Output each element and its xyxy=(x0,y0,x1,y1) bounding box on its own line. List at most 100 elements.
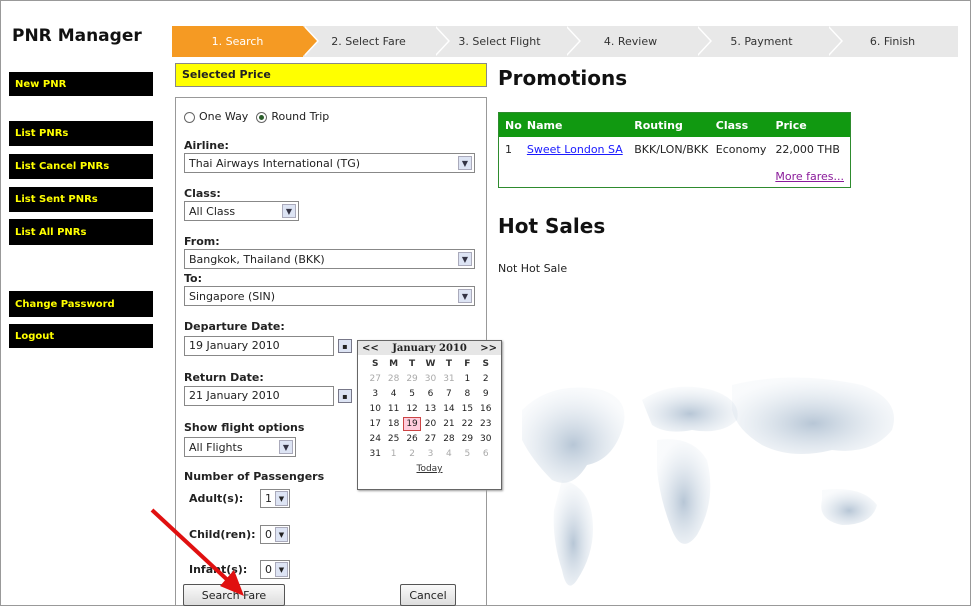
nav-new-pnr[interactable]: New PNR xyxy=(9,72,153,96)
calendar-day[interactable]: 5 xyxy=(458,447,476,461)
calendar-prev-button[interactable]: << xyxy=(362,343,379,354)
calendar-weekday: T xyxy=(408,359,416,369)
step-select-flight[interactable]: 3. Select Flight xyxy=(434,26,581,57)
flight-options-value: All Flights xyxy=(189,440,243,454)
return-label: Return Date: xyxy=(184,371,264,384)
nav-list-pnrs[interactable]: List PNRs xyxy=(9,121,153,146)
nav-list-cancel-pnrs[interactable]: List Cancel PNRs xyxy=(9,154,153,179)
trip-type-group: One Way Round Trip xyxy=(184,110,329,123)
cancel-button[interactable]: Cancel xyxy=(400,584,456,606)
nav-list-sent-pnrs[interactable]: List Sent PNRs xyxy=(9,187,153,212)
one-way-radio[interactable] xyxy=(184,111,195,123)
chevron-down-icon[interactable]: ▼ xyxy=(458,156,472,170)
calendar-day[interactable]: 26 xyxy=(403,432,421,446)
chevron-down-icon[interactable]: ▼ xyxy=(279,440,293,454)
round-trip-label: Round Trip xyxy=(271,110,330,123)
calendar-day[interactable]: 7 xyxy=(440,387,458,401)
from-value: Bangkok, Thailand (BKK) xyxy=(189,252,325,266)
step-select-fare[interactable]: 2. Select Fare xyxy=(303,26,450,57)
calendar-icon[interactable]: ▪ xyxy=(338,339,352,353)
cell-class: Economy xyxy=(715,142,767,156)
calendar-day[interactable]: 27 xyxy=(421,432,439,446)
child-select[interactable]: 0 ▼ xyxy=(260,525,290,544)
calendar-day[interactable]: 1 xyxy=(384,447,402,461)
calendar-day[interactable]: 18 xyxy=(384,417,402,431)
cell-routing: BKK/LON/BKK xyxy=(634,142,709,156)
calendar-day[interactable]: 20 xyxy=(421,417,439,431)
chevron-down-icon[interactable]: ▼ xyxy=(275,527,288,542)
calendar-day[interactable]: 1 xyxy=(458,372,476,386)
calendar-weekday: W xyxy=(425,359,436,369)
one-way-option[interactable]: One Way xyxy=(184,110,248,123)
return-date-input[interactable]: 21 January 2010 xyxy=(184,386,334,406)
calendar-day[interactable]: 3 xyxy=(366,387,384,401)
calendar-day[interactable]: 17 xyxy=(366,417,384,431)
promotion-name-link[interactable]: Sweet London SA xyxy=(527,143,634,156)
more-fares-link[interactable]: More fares... xyxy=(775,170,844,183)
chevron-down-icon[interactable]: ▼ xyxy=(275,562,288,577)
calendar-day[interactable]: 5 xyxy=(403,387,421,401)
adult-label: Adult(s): xyxy=(189,492,244,505)
chevron-down-icon[interactable]: ▼ xyxy=(458,252,472,266)
calendar-day[interactable]: 13 xyxy=(421,402,439,416)
calendar-day[interactable]: 8 xyxy=(458,387,476,401)
col-class: Class xyxy=(715,118,749,132)
step-payment[interactable]: 5. Payment xyxy=(696,26,843,57)
calendar-day[interactable]: 25 xyxy=(384,432,402,446)
chevron-down-icon[interactable]: ▼ xyxy=(282,204,296,218)
child-value: 0 xyxy=(265,528,272,541)
round-trip-radio[interactable] xyxy=(256,111,268,123)
calendar-icon[interactable]: ▪ xyxy=(338,389,352,403)
calendar-day[interactable]: 19 xyxy=(402,417,422,431)
calendar-day[interactable]: 11 xyxy=(384,402,402,416)
flight-options-select[interactable]: All Flights ▼ xyxy=(184,437,296,457)
hot-sales-title: Hot Sales xyxy=(498,214,606,238)
calendar-day[interactable]: 6 xyxy=(421,387,439,401)
round-trip-option[interactable]: Round Trip xyxy=(256,110,329,123)
step-search[interactable]: 1. Search xyxy=(172,26,319,57)
from-select[interactable]: Bangkok, Thailand (BKK) ▼ xyxy=(184,249,475,269)
calendar-day[interactable]: 21 xyxy=(440,417,458,431)
calendar-day[interactable]: 31 xyxy=(440,372,458,386)
calendar-day[interactable]: 4 xyxy=(440,447,458,461)
airline-select[interactable]: Thai Airways International (TG) ▼ xyxy=(184,153,475,173)
nav-list-all-pnrs[interactable]: List All PNRs xyxy=(9,219,153,245)
calendar-weekday: F xyxy=(464,359,471,369)
calendar-day[interactable]: 14 xyxy=(440,402,458,416)
to-select[interactable]: Singapore (SIN) ▼ xyxy=(184,286,475,306)
calendar-day[interactable]: 27 xyxy=(366,372,384,386)
calendar-day[interactable]: 2 xyxy=(403,447,421,461)
calendar-day[interactable]: 15 xyxy=(458,402,476,416)
calendar-day[interactable]: 30 xyxy=(421,372,439,386)
calendar-day[interactable]: 4 xyxy=(384,387,402,401)
class-label: Class: xyxy=(184,187,221,200)
calendar-weekday: S xyxy=(371,359,379,369)
calendar-day[interactable]: 22 xyxy=(458,417,476,431)
calendar-day[interactable]: 12 xyxy=(403,402,421,416)
calendar-day[interactable]: 31 xyxy=(366,447,384,461)
calendar-day[interactable]: 28 xyxy=(384,372,402,386)
chevron-down-icon[interactable]: ▼ xyxy=(275,491,288,506)
calendar-day[interactable]: 28 xyxy=(440,432,458,446)
calendar-day[interactable]: 29 xyxy=(403,372,421,386)
chevron-down-icon[interactable]: ▼ xyxy=(458,289,472,303)
departure-date-input[interactable]: 19 January 2010 xyxy=(184,336,334,356)
step-review[interactable]: 4. Review xyxy=(565,26,712,57)
nav-logout[interactable]: Logout xyxy=(9,324,153,348)
one-way-label: One Way xyxy=(199,110,249,123)
calendar-day[interactable]: 3 xyxy=(421,447,439,461)
class-select[interactable]: All Class ▼ xyxy=(184,201,299,221)
departure-label: Departure Date: xyxy=(184,320,285,333)
selected-price-header: Selected Price xyxy=(175,63,487,87)
calendar-day[interactable]: 10 xyxy=(366,402,384,416)
infant-select[interactable]: 0 ▼ xyxy=(260,560,290,579)
cell-price: 22,000 THB xyxy=(775,142,840,156)
calendar-day[interactable]: 29 xyxy=(458,432,476,446)
adult-select[interactable]: 1 ▼ xyxy=(260,489,290,508)
airline-value: Thai Airways International (TG) xyxy=(189,156,361,170)
calendar-today-link[interactable]: Today xyxy=(358,464,501,474)
step-finish[interactable]: 6. Finish xyxy=(827,26,958,57)
flight-options-label: Show flight options xyxy=(184,421,305,434)
calendar-day[interactable]: 24 xyxy=(366,432,384,446)
nav-change-password[interactable]: Change Password xyxy=(9,291,153,317)
